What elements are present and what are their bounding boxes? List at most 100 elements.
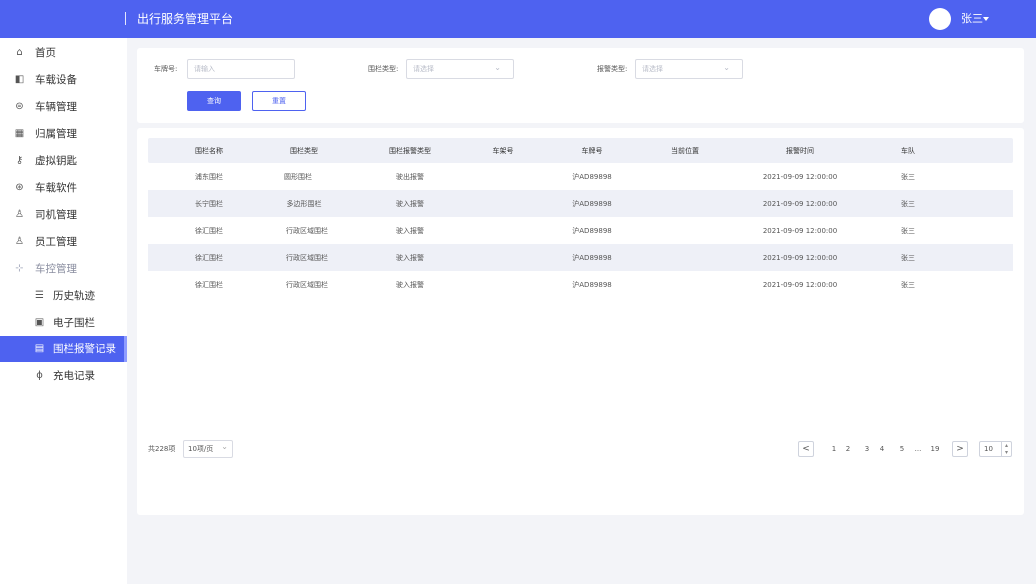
sidebar-item-history-track[interactable]: ☰ 历史轨迹 [0, 283, 127, 309]
page-ellipsis: ... [914, 445, 922, 453]
fence-type-label: 围栏类型: [368, 65, 399, 73]
cell-fence-name: 浦东围栏 [195, 173, 223, 181]
cell-alarm-time: 2021-09-09 12:00:00 [762, 200, 838, 208]
sidebar-item-label: 虚拟钥匙 [35, 155, 77, 167]
sidebar-item-label: 归属管理 [35, 128, 77, 140]
sidebar-item-ownership[interactable]: ▦ 归属管理 [0, 121, 127, 147]
page-number[interactable]: 5 [900, 441, 904, 457]
sidebar-item-label: 司机管理 [35, 209, 77, 221]
column-header: 车架号 [492, 147, 514, 155]
sidebar-item-label: 首页 [35, 47, 56, 59]
sidebar-item-label: 车载软件 [35, 182, 77, 194]
fence-type-select[interactable]: 请选择 [406, 59, 514, 79]
cell-alarm-type: 驶入报警 [396, 281, 424, 289]
sidebar-item-label: 充电记录 [53, 370, 95, 382]
sidebar-item-home[interactable]: ⌂ 首页 [0, 40, 127, 66]
title-divider [125, 12, 126, 25]
sidebar-item-vehicles[interactable]: ⊜ 车辆管理 [0, 94, 127, 120]
car-icon: ⊜ [15, 101, 24, 112]
driver-icon: ♙ [15, 209, 24, 220]
stepper-arrows-icon[interactable]: ▴ ▾ [1001, 442, 1011, 456]
avatar[interactable] [929, 8, 951, 30]
filter-panel: 车牌号: 请输入 围栏类型: 请选择 报警类型: 请选择 查询 重置 [137, 48, 1024, 123]
table-row[interactable]: 浦东围栏 圆形围栏 驶出报警 沪AD89898 2021-09-09 12:00… [148, 163, 1013, 190]
cell-fence-name: 徐汇围栏 [195, 281, 223, 289]
record-icon: ▤ [34, 343, 45, 354]
table-row[interactable]: 长宁围栏 多边形围栏 驶入报警 沪AD89898 2021-09-09 12:0… [148, 190, 1013, 217]
table-row[interactable]: 徐汇围栏 行政区域围栏 驶入报警 沪AD89898 2021-09-09 12:… [148, 271, 1013, 298]
sidebar-item-vehicle-control[interactable]: ⊹ 车控管理 [0, 256, 127, 282]
column-header: 围栏名称 [195, 147, 223, 155]
cell-alarm-type: 驶入报警 [396, 227, 424, 235]
cell-plate: 沪AD89898 [572, 200, 612, 208]
page-number[interactable]: 3 [865, 441, 869, 457]
cell-fence-type: 行政区域围栏 [286, 281, 328, 289]
sidebar: ⌂ 首页 ◧ 车载设备 ⊜ 车辆管理 ▦ 归属管理 ⚷ 虚拟钥匙 ⊛ 车载软件 … [0, 38, 127, 584]
sidebar-item-label: 围栏报警记录 [53, 343, 116, 355]
alarm-type-select[interactable]: 请选择 [635, 59, 743, 79]
control-icon: ⊹ [15, 263, 24, 274]
total-count: 共228项 [148, 445, 176, 453]
column-header: 当前位置 [671, 147, 699, 155]
sidebar-item-drivers[interactable]: ♙ 司机管理 [0, 202, 127, 228]
grid-icon: ▦ [14, 128, 25, 139]
cell-fence-type: 圆形围栏 [284, 173, 312, 181]
top-bar: 出行服务管理平台 张三 [0, 0, 1036, 38]
reset-button[interactable]: 重置 [252, 91, 306, 111]
cell-fence-type: 多边形围栏 [286, 200, 322, 208]
cell-alarm-time: 2021-09-09 12:00:00 [762, 281, 838, 289]
cell-alarm-type: 驶入报警 [396, 200, 424, 208]
sidebar-item-software[interactable]: ⊛ 车载软件 [0, 175, 127, 201]
cell-team: 张三 [901, 254, 915, 262]
page-number[interactable]: 2 [846, 441, 850, 457]
column-header: 围栏报警类型 [389, 147, 431, 155]
page-number[interactable]: 19 [931, 441, 940, 457]
sidebar-item-label: 员工管理 [35, 236, 77, 248]
cube-icon: ⊛ [15, 182, 24, 193]
sidebar-item-devices[interactable]: ◧ 车载设备 [0, 67, 127, 93]
cell-team: 张三 [901, 227, 915, 235]
alarm-type-label: 报警类型: [597, 65, 628, 73]
person-icon: ♙ [15, 236, 24, 247]
user-menu[interactable]: 张三 [961, 12, 983, 26]
prev-page-button[interactable]: < [798, 441, 814, 457]
page-jump-stepper[interactable]: 10 ▴ ▾ [979, 441, 1012, 457]
plate-input[interactable]: 请输入 [187, 59, 295, 79]
cell-alarm-time: 2021-09-09 12:00:00 [762, 173, 838, 181]
cell-fence-name: 徐汇围栏 [195, 227, 223, 235]
column-header: 车牌号 [581, 147, 603, 155]
page-size-select[interactable]: 10项/页 [183, 439, 233, 458]
cell-fence-name: 徐汇围栏 [195, 254, 223, 262]
cell-plate: 沪AD89898 [572, 281, 612, 289]
table-row[interactable]: 徐汇围栏 行政区域围栏 驶入报警 沪AD89898 2021-09-09 12:… [148, 217, 1013, 244]
column-header: 报警时间 [786, 147, 814, 155]
sidebar-item-virtual-key[interactable]: ⚷ 虚拟钥匙 [0, 148, 127, 174]
cell-alarm-time: 2021-09-09 12:00:00 [762, 254, 838, 262]
cell-team: 张三 [901, 281, 915, 289]
cell-team: 张三 [901, 200, 915, 208]
sidebar-item-label: 车控管理 [35, 263, 77, 275]
cell-plate: 沪AD89898 [572, 254, 612, 262]
device-icon: ◧ [14, 74, 25, 85]
column-header: 围栏类型 [290, 147, 318, 155]
sidebar-item-staff[interactable]: ♙ 员工管理 [0, 229, 127, 255]
sidebar-item-label: 历史轨迹 [53, 290, 95, 302]
cell-team: 张三 [901, 173, 915, 181]
fence-icon: ▣ [34, 317, 45, 328]
table-row[interactable]: 徐汇围栏 行政区域围栏 驶入报警 沪AD89898 2021-09-09 12:… [148, 244, 1013, 271]
chevron-down-icon[interactable] [983, 17, 989, 21]
sidebar-item-geofence[interactable]: ▣ 电子围栏 [0, 310, 127, 336]
sidebar-item-charging-records[interactable]: ϕ 充电记录 [0, 363, 127, 389]
column-header: 车队 [901, 147, 915, 155]
sidebar-item-label: 电子围栏 [53, 317, 95, 329]
list-icon: ☰ [35, 290, 44, 301]
charge-icon: ϕ [36, 370, 43, 381]
table-header: 围栏名称 围栏类型 围栏报警类型 车架号 车牌号 当前位置 报警时间 车队 [148, 138, 1013, 163]
search-button[interactable]: 查询 [187, 91, 241, 111]
cell-fence-type: 行政区域围栏 [286, 227, 328, 235]
next-page-button[interactable]: > [952, 441, 968, 457]
page-number[interactable]: 1 [832, 441, 836, 457]
sidebar-item-fence-alarm-records[interactable]: ▤ 围栏报警记录 [0, 336, 127, 362]
page-number[interactable]: 4 [880, 441, 884, 457]
plate-label: 车牌号: [154, 65, 178, 73]
